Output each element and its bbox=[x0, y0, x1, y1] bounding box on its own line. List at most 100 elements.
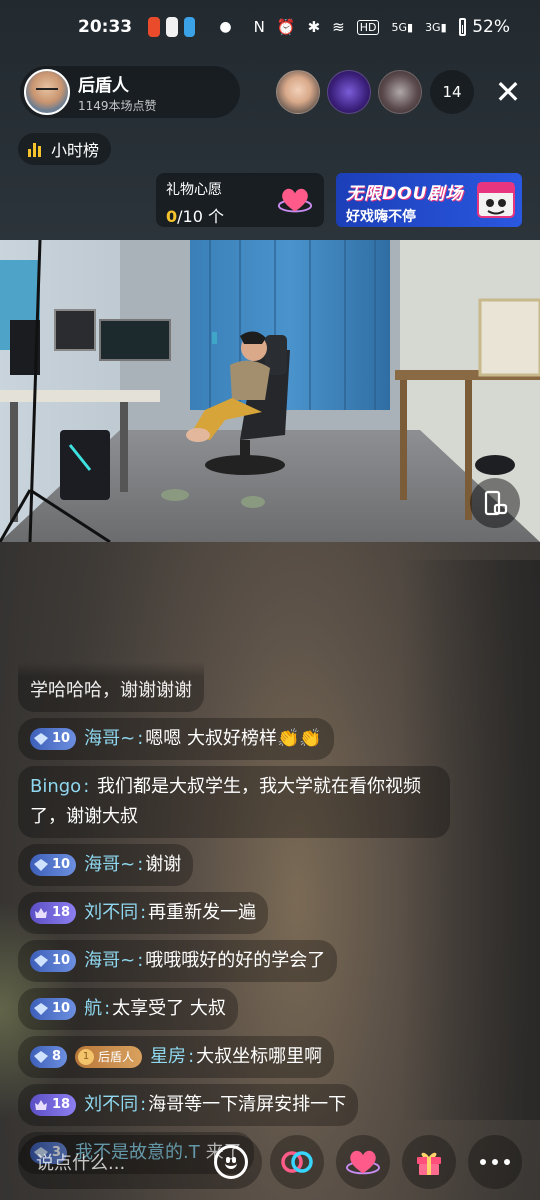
fan-club-name: 后盾人 bbox=[98, 1050, 135, 1064]
fan-level: 1 bbox=[78, 1049, 95, 1065]
emoji-icon[interactable] bbox=[214, 1145, 248, 1179]
chat-message: 10 海哥~: 哦哦哦好的好的学会了 bbox=[18, 940, 338, 982]
chat-text: 再重新发一遍 bbox=[148, 902, 257, 923]
heart-icon bbox=[346, 1150, 380, 1175]
user-level: 10 bbox=[52, 857, 71, 872]
chat-username[interactable]: Bingo bbox=[30, 776, 81, 797]
chat-text: 学哈哈哈，谢谢谢谢 bbox=[30, 680, 192, 701]
comment-placeholder: 说点什么... bbox=[36, 1153, 126, 1174]
status-bar: 20:33 ● N ⏰ ✱ ≋ HD 5G▮ 3G▮ 52% bbox=[0, 0, 540, 54]
chat-message: 10 海哥~: 谢谢 bbox=[18, 844, 194, 886]
user-level-badge: 10 bbox=[30, 854, 77, 876]
user-level-badge: 10 bbox=[30, 998, 77, 1020]
chat-username[interactable]: 星房 bbox=[150, 1042, 186, 1072]
chat-text: 海哥等一下清屏安排一下 bbox=[148, 1094, 347, 1115]
comment-input[interactable]: 说点什么... bbox=[18, 1135, 262, 1189]
chat-text: 大叔坐标哪里啊 bbox=[196, 1046, 323, 1067]
chat-message: 8 1 后盾人 星房: 大叔坐标哪里啊 bbox=[18, 1036, 335, 1078]
alarm-icon: ⏰ bbox=[276, 18, 296, 36]
user-level-badge: 18 bbox=[30, 902, 77, 924]
more-button[interactable] bbox=[468, 1135, 522, 1189]
signal-5g-icon: 5G▮ bbox=[391, 20, 414, 34]
colon-separator: : bbox=[188, 1046, 195, 1067]
host-info: 后盾人 1149本场点赞 bbox=[78, 71, 157, 114]
chat-username[interactable]: 海哥~ bbox=[84, 946, 135, 976]
chat-message: 18 刘不同: 再重新发一遍 bbox=[18, 892, 269, 934]
app-notification-icon bbox=[148, 17, 160, 37]
chat-username[interactable]: 海哥~ bbox=[84, 724, 135, 754]
chat-message: Bingo: 我们都是大叔学生，我大学就在看你视频了，谢谢大叔 bbox=[18, 766, 450, 838]
user-level-badge: 10 bbox=[30, 950, 77, 972]
chat-message: 学哈哈哈，谢谢谢谢 bbox=[18, 662, 204, 712]
gift-button[interactable] bbox=[402, 1135, 456, 1189]
diamond-icon bbox=[34, 1051, 48, 1063]
room-scene-image bbox=[0, 240, 540, 542]
host-likes: 1149本场点赞 bbox=[78, 98, 157, 113]
diamond-icon bbox=[34, 859, 48, 871]
viewer-avatar[interactable] bbox=[276, 70, 320, 114]
link-pk-icon bbox=[281, 1151, 313, 1173]
diamond-icon bbox=[34, 1003, 48, 1015]
wifi-icon: ≋ bbox=[332, 18, 345, 36]
host-card[interactable]: 后盾人 1149本场点赞 bbox=[20, 66, 240, 118]
link-pk-button[interactable] bbox=[270, 1135, 324, 1189]
signal-3g-label: 3G bbox=[425, 20, 441, 34]
chat-message: 10 航: 太享受了 大叔 bbox=[18, 988, 238, 1030]
viewer-avatar[interactable] bbox=[378, 70, 422, 114]
more-dots-icon bbox=[477, 1159, 513, 1165]
chat-username[interactable]: 海哥~ bbox=[84, 850, 135, 880]
viewer-avatar[interactable] bbox=[327, 70, 371, 114]
colon-separator: : bbox=[83, 776, 90, 797]
rotate-screen-glyph bbox=[484, 490, 508, 516]
chat-username[interactable]: 刘不同 bbox=[84, 1090, 138, 1120]
live-video[interactable] bbox=[0, 240, 540, 542]
gift-wish-card[interactable]: 礼物心愿 0/10 个 bbox=[156, 173, 324, 227]
rank-bars-icon bbox=[28, 141, 43, 157]
rotate-screen-icon[interactable] bbox=[470, 478, 520, 528]
user-level: 10 bbox=[52, 1001, 71, 1016]
hd-icon: HD bbox=[356, 19, 380, 35]
user-level-badge: 18 bbox=[30, 1094, 77, 1116]
user-level: 18 bbox=[52, 905, 71, 920]
signal-3g-icon: 3G▮ bbox=[425, 20, 447, 34]
wish-total: /10 个 bbox=[177, 207, 224, 226]
chat-message: 18 刘不同: 海哥等一下清屏安排一下 bbox=[18, 1084, 359, 1126]
more-notifications-icon: ● bbox=[219, 19, 232, 35]
host-name: 后盾人 bbox=[78, 75, 129, 96]
clap-icon: 👏👏 bbox=[277, 728, 322, 749]
promo-banner[interactable]: 无限DOU剧场 好戏嗨不停 bbox=[336, 173, 522, 227]
colon-separator: : bbox=[137, 728, 144, 749]
user-level-badge: 10 bbox=[30, 728, 77, 750]
chat-username[interactable]: 航 bbox=[84, 994, 102, 1024]
user-level: 10 bbox=[52, 731, 71, 746]
chat-text: 谢谢 bbox=[145, 854, 182, 875]
user-level-badge: 8 bbox=[30, 1046, 68, 1068]
colon-separator: : bbox=[140, 902, 147, 923]
chat-username[interactable]: 刘不同 bbox=[84, 898, 138, 928]
status-time: 20:33 bbox=[78, 17, 133, 37]
diamond-icon bbox=[34, 733, 48, 745]
diamond-icon bbox=[34, 955, 48, 967]
chat-text: 哦哦哦好的好的学会了 bbox=[145, 950, 326, 971]
hourly-rank-chip[interactable]: 小时榜 bbox=[18, 133, 112, 165]
app-notification-icon bbox=[183, 17, 196, 37]
chat-list[interactable]: 学哈哈哈，谢谢谢谢 10 海哥~: 嗯嗯 大叔好榜样 👏👏 Bingo: 我们都… bbox=[18, 662, 458, 1180]
host-avatar[interactable] bbox=[24, 69, 70, 115]
promo-mascot-icon bbox=[477, 182, 515, 218]
colon-separator: : bbox=[137, 854, 144, 875]
heart-button[interactable] bbox=[336, 1135, 390, 1189]
viewer-count[interactable]: 14 bbox=[430, 70, 474, 114]
nfc-icon: N bbox=[253, 18, 265, 36]
colon-separator: : bbox=[104, 998, 111, 1019]
fan-club-badge: 1 后盾人 bbox=[75, 1046, 143, 1068]
chat-text: 嗯嗯 大叔好榜样 bbox=[145, 728, 277, 749]
user-level: 18 bbox=[52, 1097, 71, 1112]
user-level: 10 bbox=[52, 953, 71, 968]
colon-separator: : bbox=[140, 1094, 147, 1115]
close-icon[interactable]: ✕ bbox=[490, 74, 526, 110]
colon-separator: : bbox=[137, 950, 144, 971]
crown-icon bbox=[35, 1100, 47, 1110]
user-level: 8 bbox=[52, 1049, 62, 1064]
battery-icon bbox=[458, 18, 467, 36]
chat-message: 10 海哥~: 嗯嗯 大叔好榜样 👏👏 bbox=[18, 718, 334, 760]
